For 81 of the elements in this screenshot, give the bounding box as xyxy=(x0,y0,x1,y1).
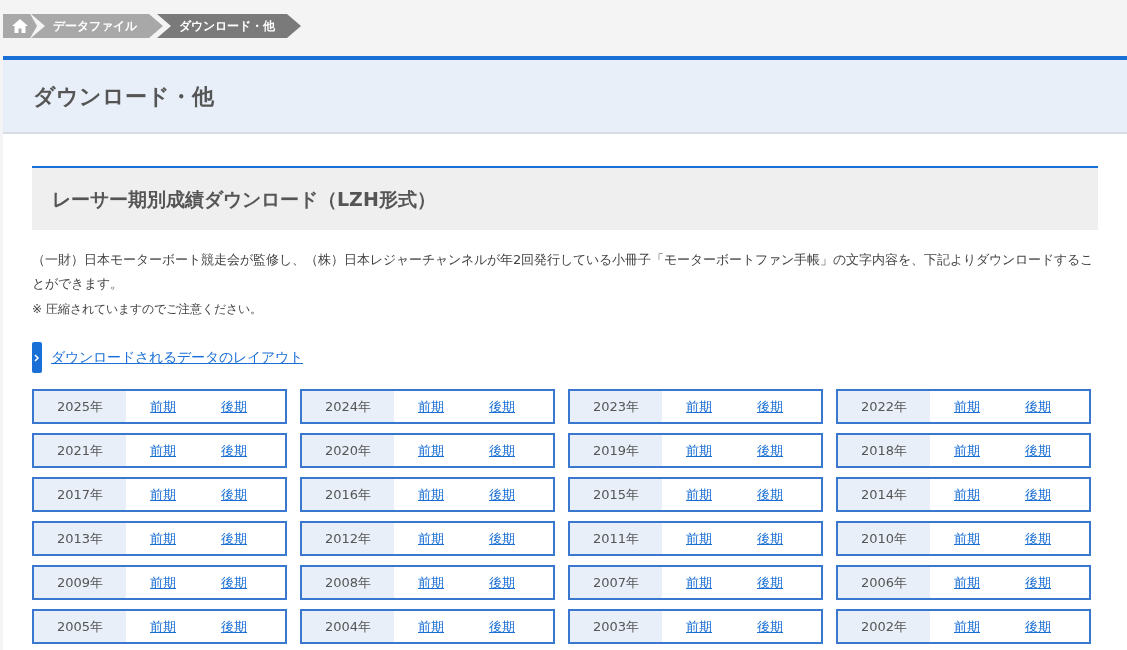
first-half-link[interactable]: 前期 xyxy=(418,616,444,637)
second-half-link[interactable]: 後期 xyxy=(489,572,515,593)
year-label: 2010年 xyxy=(838,523,930,554)
year-label: 2014年 xyxy=(838,479,930,510)
description: （一財）日本モーターボート競走会が監修し、（株）日本レジャーチャンネルが年2回発行している小冊子「モーターボートファン手帳」の文字内容を、下記よりダウンロードすることができます。 xyxy=(32,251,1095,293)
first-half-link[interactable]: 前期 xyxy=(418,484,444,505)
note: ※ 圧縮されていますのでご注意ください。 xyxy=(32,301,263,318)
second-half-link[interactable]: 後期 xyxy=(757,484,783,505)
year-label: 2017年 xyxy=(34,479,126,510)
first-half-link[interactable]: 前期 xyxy=(954,528,980,549)
breadcrumb-item[interactable]: ダウンロード・他 xyxy=(157,14,301,38)
second-half-link[interactable]: 後期 xyxy=(221,484,247,505)
first-half-link[interactable]: 前期 xyxy=(150,572,176,593)
first-half-link[interactable]: 前期 xyxy=(418,396,444,417)
layout-link[interactable]: ダウンロードされるデータのレイアウト xyxy=(51,347,303,368)
second-half-link[interactable]: 後期 xyxy=(757,616,783,637)
page-title: ダウンロード・他 xyxy=(33,82,214,111)
year-label: 2004年 xyxy=(302,611,394,642)
year-label: 2018年 xyxy=(838,435,930,466)
home-link[interactable] xyxy=(3,14,37,38)
first-half-link[interactable]: 前期 xyxy=(686,484,712,505)
first-half-link[interactable]: 前期 xyxy=(686,572,712,593)
year-label: 2020年 xyxy=(302,435,394,466)
second-half-link[interactable]: 後期 xyxy=(757,396,783,417)
year-label: 2013年 xyxy=(34,523,126,554)
second-half-link[interactable]: 後期 xyxy=(221,528,247,549)
year-label: 2007年 xyxy=(570,567,662,598)
first-half-link[interactable]: 前期 xyxy=(418,572,444,593)
year-label: 2015年 xyxy=(570,479,662,510)
second-half-link[interactable]: 後期 xyxy=(757,528,783,549)
second-half-link[interactable]: 後期 xyxy=(489,484,515,505)
second-half-link[interactable]: 後期 xyxy=(1025,396,1051,417)
first-half-link[interactable]: 前期 xyxy=(954,440,980,461)
year-label: 2022年 xyxy=(838,391,930,422)
second-half-link[interactable]: 後期 xyxy=(221,440,247,461)
year-label: 2008年 xyxy=(302,567,394,598)
first-half-link[interactable]: 前期 xyxy=(150,616,176,637)
first-half-link[interactable]: 前期 xyxy=(150,484,176,505)
first-half-link[interactable]: 前期 xyxy=(150,440,176,461)
second-half-link[interactable]: 後期 xyxy=(489,396,515,417)
year-label: 2021年 xyxy=(34,435,126,466)
year-label: 2011年 xyxy=(570,523,662,554)
section-title: レーサー期別成績ダウンロード（LZH形式） xyxy=(52,186,436,212)
second-half-link[interactable]: 後期 xyxy=(221,396,247,417)
year-label: 2009年 xyxy=(34,567,126,598)
year-label: 2019年 xyxy=(570,435,662,466)
year-label: 2005年 xyxy=(34,611,126,642)
second-half-link[interactable]: 後期 xyxy=(489,528,515,549)
second-half-link[interactable]: 後期 xyxy=(489,616,515,637)
first-half-link[interactable]: 前期 xyxy=(686,396,712,417)
second-half-link[interactable]: 後期 xyxy=(221,616,247,637)
first-half-link[interactable]: 前期 xyxy=(686,440,712,461)
first-half-link[interactable]: 前期 xyxy=(150,396,176,417)
year-label: 2016年 xyxy=(302,479,394,510)
second-half-link[interactable]: 後期 xyxy=(221,572,247,593)
year-label: 2012年 xyxy=(302,523,394,554)
first-half-link[interactable]: 前期 xyxy=(150,528,176,549)
first-half-link[interactable]: 前期 xyxy=(418,440,444,461)
second-half-link[interactable]: 後期 xyxy=(1025,616,1051,637)
year-label: 2024年 xyxy=(302,391,394,422)
second-half-link[interactable]: 後期 xyxy=(757,440,783,461)
first-half-link[interactable]: 前期 xyxy=(954,572,980,593)
home-icon xyxy=(12,19,28,33)
second-half-link[interactable]: 後期 xyxy=(1025,528,1051,549)
first-half-link[interactable]: 前期 xyxy=(418,528,444,549)
year-label: 2023年 xyxy=(570,391,662,422)
year-label: 2002年 xyxy=(838,611,930,642)
second-half-link[interactable]: 後期 xyxy=(757,572,783,593)
second-half-link[interactable]: 後期 xyxy=(1025,572,1051,593)
second-half-link[interactable]: 後期 xyxy=(489,440,515,461)
first-half-link[interactable]: 前期 xyxy=(686,528,712,549)
first-half-link[interactable]: 前期 xyxy=(686,616,712,637)
second-half-link[interactable]: 後期 xyxy=(1025,484,1051,505)
year-label: 2006年 xyxy=(838,567,930,598)
year-label: 2003年 xyxy=(570,611,662,642)
first-half-link[interactable]: 前期 xyxy=(954,396,980,417)
year-label: 2025年 xyxy=(34,391,126,422)
chevron-icon xyxy=(32,342,42,373)
first-half-link[interactable]: 前期 xyxy=(954,616,980,637)
second-half-link[interactable]: 後期 xyxy=(1025,440,1051,461)
first-half-link[interactable]: 前期 xyxy=(954,484,980,505)
